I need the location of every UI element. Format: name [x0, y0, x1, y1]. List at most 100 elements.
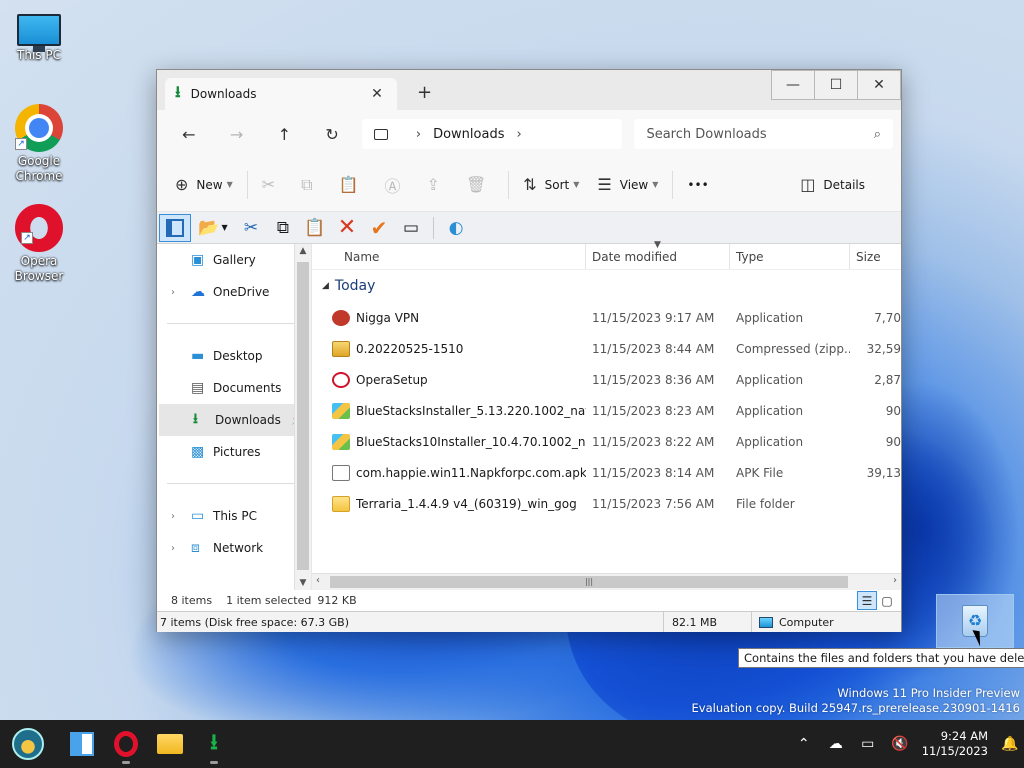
- scroll-right-icon[interactable]: ›: [893, 575, 897, 586]
- rename-button[interactable]: Ⓐ: [385, 173, 409, 197]
- rename-toolbar-button[interactable]: ▭: [395, 214, 427, 242]
- scrollbar-thumb[interactable]: |||: [330, 576, 848, 588]
- onedrive-cloud-icon[interactable]: ☁: [820, 736, 852, 752]
- divider: [167, 323, 301, 324]
- properties-toolbar-button[interactable]: ✔: [363, 214, 395, 242]
- tiles-view-icon[interactable]: ▢: [877, 591, 897, 610]
- nav-item-gallery[interactable]: ▣ Gallery: [157, 244, 311, 276]
- table-row[interactable]: 0.20220525-1510 11/15/2023 8:44 AM Compr…: [312, 333, 901, 364]
- desktop-icon-google-chrome[interactable]: ↗ Google Chrome: [2, 104, 76, 184]
- command-bar: ⊕ New ▼ ✂ ⧉ 📋 Ⓐ ⇪ 🗑 ⇅ Sort ▼ ☰ View ▼ ••• ◫ Det…: [157, 158, 901, 212]
- new-tab-button[interactable]: +: [417, 82, 432, 103]
- scroll-up-icon[interactable]: ▲: [295, 246, 311, 256]
- notifications-bell-icon[interactable]: 🔔: [996, 736, 1024, 752]
- select-dropdown-button[interactable]: 📂 ▼: [191, 214, 235, 242]
- nav-item-desktop[interactable]: ▬Desktop📌: [157, 340, 311, 372]
- details-view-icon[interactable]: ☰: [857, 591, 877, 610]
- search-box[interactable]: Search Downloads ⌕: [634, 119, 894, 149]
- file-date: 11/15/2023 8:14 AM: [592, 465, 715, 480]
- file-date: 11/15/2023 9:17 AM: [592, 310, 715, 325]
- table-row[interactable]: BlueStacksInstaller_5.13.220.1002_native…: [312, 395, 901, 426]
- nav-item-this-pc[interactable]: › ▭ This PC: [157, 500, 311, 532]
- new-button[interactable]: ⊕ New ▼: [175, 175, 233, 194]
- column-header-type[interactable]: Type: [730, 244, 850, 269]
- view-button[interactable]: ☰ View ▼: [597, 175, 658, 194]
- up-button[interactable]: ↑: [260, 125, 308, 144]
- search-input[interactable]: Search Downloads: [646, 127, 873, 142]
- item-count: 8 items: [171, 594, 213, 607]
- widgets-button[interactable]: [60, 722, 104, 766]
- chevron-right-icon[interactable]: ›: [516, 127, 521, 142]
- scroll-down-icon[interactable]: ▼: [295, 578, 311, 588]
- breadcrumb-downloads[interactable]: Downloads: [433, 127, 504, 142]
- refresh-button[interactable]: ↻: [308, 125, 356, 144]
- scrollbar-thumb[interactable]: [297, 262, 309, 570]
- open-shell-button[interactable]: ◐: [440, 214, 472, 242]
- chevron-right-icon[interactable]: ›: [416, 127, 421, 142]
- group-header-today[interactable]: ◢ Today: [312, 270, 901, 302]
- collapse-triangle-icon[interactable]: ◢: [322, 281, 329, 291]
- close-tab-button[interactable]: ✕: [367, 86, 387, 102]
- chevron-right-icon[interactable]: ›: [171, 543, 191, 554]
- nav-item-pictures[interactable]: ▩Pictures📌: [157, 436, 311, 468]
- desktop-icon-this-pc[interactable]: This PC: [2, 6, 76, 63]
- column-header-size[interactable]: Size: [850, 244, 901, 269]
- taskbar-downloads[interactable]: ⭳: [192, 722, 236, 766]
- tab-downloads[interactable]: ⭳ Downloads ✕: [165, 78, 397, 110]
- cut-button[interactable]: ✂: [262, 175, 283, 194]
- minimize-button[interactable]: —: [771, 70, 815, 100]
- navpane-scrollbar[interactable]: ▲ ▼: [294, 244, 311, 590]
- nav-item-documents[interactable]: ▤Documents📌: [157, 372, 311, 404]
- cut-toolbar-button[interactable]: ✂: [235, 214, 267, 242]
- nav-item-network[interactable]: › ⧈ Network: [157, 532, 311, 564]
- table-row[interactable]: Nigga VPN 11/15/2023 9:17 AM Application…: [312, 302, 901, 333]
- chevron-right-icon[interactable]: ›: [171, 287, 191, 298]
- file-date: 11/15/2023 8:44 AM: [592, 341, 715, 356]
- show-hidden-icons-chevron-icon[interactable]: ⌃: [788, 736, 820, 752]
- taskbar-opera[interactable]: [104, 722, 148, 766]
- share-button[interactable]: ⇪: [427, 175, 448, 194]
- scroll-left-icon[interactable]: ‹: [316, 575, 320, 586]
- delete-toolbar-button[interactable]: ✕: [331, 214, 363, 242]
- clipboard-icon: 📋: [304, 217, 326, 238]
- horizontal-scrollbar[interactable]: ‹ ||| ›: [312, 573, 901, 590]
- opera-icon: ↗: [15, 204, 63, 252]
- copy-button[interactable]: ⧉: [301, 175, 320, 195]
- maximize-button[interactable]: ☐: [814, 70, 858, 100]
- file-name: 0.20220525-1510: [356, 341, 464, 356]
- file-name: Terraria_1.4.4.9 v4_(60319)_win_gog: [356, 496, 577, 511]
- chevron-down-icon: ▼: [226, 180, 233, 189]
- file-name: OperaSetup: [356, 372, 428, 387]
- chevron-right-icon[interactable]: ›: [171, 511, 191, 522]
- copy-toolbar-button[interactable]: ⧉: [267, 214, 299, 242]
- desktop-icon-recycle-bin[interactable]: ♻: [936, 594, 1014, 648]
- close-button[interactable]: ✕: [857, 70, 901, 100]
- start-button[interactable]: [6, 722, 50, 766]
- divider: [672, 170, 674, 199]
- table-row[interactable]: OperaSetup 11/15/2023 8:36 AM Applicatio…: [312, 364, 901, 395]
- nav-item-downloads[interactable]: ⭳Downloads📌: [159, 404, 309, 436]
- forward-button[interactable]: →: [213, 125, 261, 144]
- file-type: Application: [736, 434, 804, 449]
- table-row[interactable]: Terraria_1.4.4.9 v4_(60319)_win_gog 11/1…: [312, 488, 901, 519]
- details-pane-button[interactable]: ◫ Details: [800, 175, 865, 194]
- table-row[interactable]: com.happie.win11.Napkforpc.com.apk 11/15…: [312, 457, 901, 488]
- taskbar-file-explorer[interactable]: [148, 722, 192, 766]
- more-options-button[interactable]: •••: [687, 178, 708, 192]
- table-row[interactable]: BlueStacks10Installer_10.4.70.1002_nativ…: [312, 426, 901, 457]
- breadcrumb[interactable]: › Downloads ›: [361, 119, 623, 149]
- gallery-icon: ▣: [191, 252, 205, 268]
- navigation-pane-toggle[interactable]: [159, 213, 191, 242]
- paste-button[interactable]: 📋: [339, 175, 367, 194]
- file-date: 11/15/2023 8:22 AM: [592, 434, 715, 449]
- nav-item-onedrive[interactable]: › ☁ OneDrive: [157, 276, 311, 308]
- back-button[interactable]: ←: [165, 125, 213, 144]
- delete-button[interactable]: 🗑: [466, 175, 494, 194]
- desktop-icon-opera-browser[interactable]: ↗ Opera Browser: [2, 204, 76, 284]
- network-icon[interactable]: ▭: [852, 736, 884, 752]
- sort-button[interactable]: ⇅ Sort ▼: [523, 175, 579, 194]
- column-header-name[interactable]: Name: [312, 244, 586, 269]
- volume-muted-icon[interactable]: 🔇: [884, 736, 916, 752]
- clock[interactable]: 9:24 AM 11/15/2023: [922, 729, 988, 759]
- paste-toolbar-button[interactable]: 📋: [299, 214, 331, 242]
